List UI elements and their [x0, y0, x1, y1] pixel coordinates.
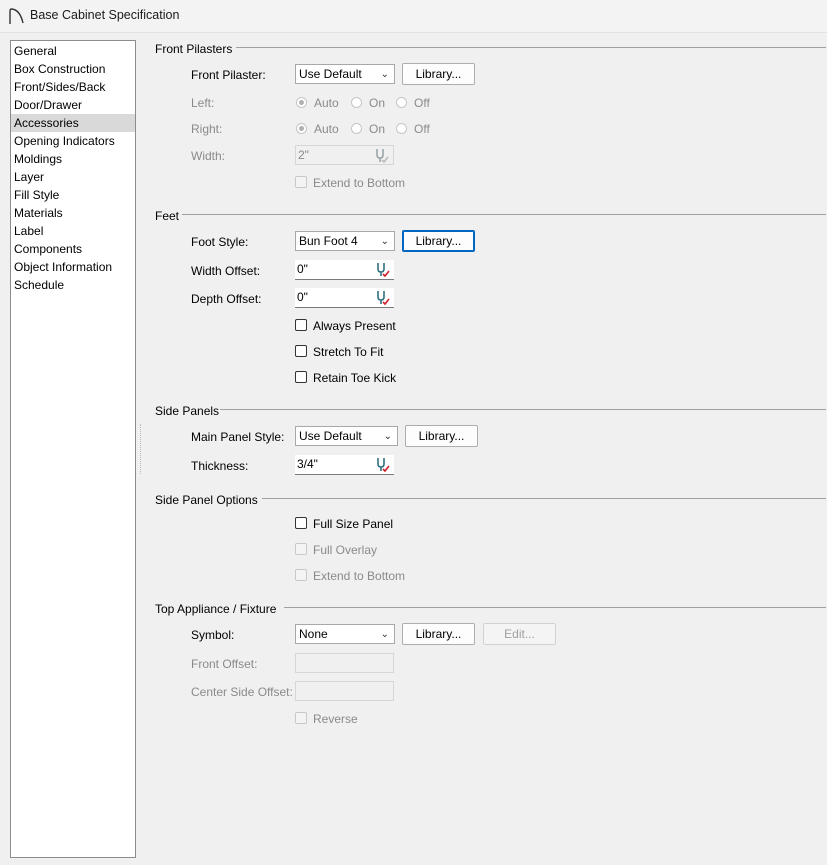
left-on-label: On [369, 96, 386, 110]
center-side-offset-label: Center Side Offset: [191, 685, 293, 699]
window-title: Base Cabinet Specification [30, 8, 180, 22]
category-list[interactable]: General Box Construction Front/Sides/Bac… [10, 40, 136, 858]
main-panel-style-value: Use Default [299, 429, 362, 443]
chevron-down-icon: ⌄ [383, 431, 392, 442]
front-pilaster-label: Front Pilaster: [191, 68, 266, 82]
full-size-panel-label: Full Size Panel [313, 517, 394, 531]
sidebar-item-fill-style[interactable]: Fill Style [11, 186, 135, 204]
stretch-to-fit-label: Stretch To Fit [313, 345, 384, 359]
sidebar-item-materials[interactable]: Materials [11, 204, 135, 222]
sidebar-item-opening-indicators[interactable]: Opening Indicators [11, 132, 135, 150]
pilaster-extend-to-bottom-label: Extend to Bottom [313, 176, 406, 190]
group-divider [262, 498, 826, 499]
group-divider [284, 607, 826, 608]
main-panel-style-label: Main Panel Style: [191, 430, 285, 444]
front-offset-field[interactable] [295, 653, 394, 673]
wrench-check-icon[interactable] [373, 147, 390, 164]
chevron-down-icon: ⌄ [380, 629, 389, 640]
right-on-label: On [369, 122, 386, 136]
group-divider [220, 409, 826, 410]
right-label: Right: [191, 122, 223, 136]
full-size-panel-checkbox[interactable] [295, 517, 307, 529]
center-side-offset-field[interactable] [295, 681, 394, 701]
full-overlay-checkbox[interactable] [295, 543, 307, 555]
sidebar-item-label[interactable]: Label [11, 222, 135, 240]
left-auto-label: Auto [314, 96, 339, 110]
depth-offset-field[interactable]: 0" [295, 288, 394, 308]
thickness-field[interactable]: 3/4" [295, 455, 394, 475]
group-divider [236, 47, 826, 48]
foot-library-button[interactable]: Library... [402, 230, 475, 252]
right-auto-label: Auto [314, 122, 339, 136]
width-value: 2" [298, 148, 309, 162]
sidebar-item-components[interactable]: Components [11, 240, 135, 258]
thickness-label: Thickness: [191, 459, 249, 473]
sidebar-item-accessories[interactable]: Accessories [11, 114, 135, 132]
front-pilaster-value: Use Default [299, 67, 362, 81]
sidebar-item-layer[interactable]: Layer [11, 168, 135, 186]
front-pilaster-select[interactable]: Use Default ⌄ [295, 64, 395, 84]
wrench-check-icon[interactable] [374, 456, 391, 473]
foot-style-label: Foot Style: [191, 235, 249, 249]
always-present-checkbox[interactable] [295, 319, 307, 331]
symbol-value: None [299, 627, 328, 641]
left-off-label: Off [414, 96, 430, 110]
wrench-check-icon[interactable] [374, 289, 391, 306]
symbol-select[interactable]: None ⌄ [295, 624, 395, 644]
sidebar-item-moldings[interactable]: Moldings [11, 150, 135, 168]
width-offset-field[interactable]: 0" [295, 260, 394, 280]
full-overlay-label: Full Overlay [313, 543, 378, 557]
width-label: Width: [191, 149, 226, 163]
symbol-library-button[interactable]: Library... [402, 623, 475, 645]
width-field[interactable]: 2" [295, 145, 394, 165]
right-auto-radio[interactable] [296, 123, 307, 134]
sidebar-item-schedule[interactable]: Schedule [11, 276, 135, 294]
foot-style-value: Bun Foot 4 [299, 234, 358, 248]
group-title-side-panel-options: Side Panel Options [155, 493, 258, 507]
front-pilaster-library-button[interactable]: Library... [402, 63, 475, 85]
sidebar-item-front-sides-back[interactable]: Front/Sides/Back [11, 78, 135, 96]
width-offset-value: 0" [297, 262, 308, 276]
sidebar-item-box-construction[interactable]: Box Construction [11, 60, 135, 78]
symbol-label: Symbol: [191, 628, 235, 642]
sidebar-item-door-drawer[interactable]: Door/Drawer [11, 96, 135, 114]
depth-offset-label: Depth Offset: [191, 292, 262, 306]
group-title-side-panels: Side Panels [155, 404, 220, 418]
side-extend-to-bottom-checkbox[interactable] [295, 569, 307, 581]
symbol-edit-button[interactable]: Edit... [483, 623, 556, 645]
reverse-checkbox[interactable] [295, 712, 307, 724]
right-off-radio[interactable] [396, 123, 407, 134]
retain-toe-kick-checkbox[interactable] [295, 371, 307, 383]
group-title-top-appliance: Top Appliance / Fixture [155, 602, 277, 616]
thickness-value: 3/4" [297, 457, 318, 471]
cabinet-arc-icon [9, 8, 24, 24]
left-label: Left: [191, 96, 215, 110]
side-extend-to-bottom-label: Extend to Bottom [313, 569, 406, 583]
right-on-radio[interactable] [351, 123, 362, 134]
side-panel-library-button[interactable]: Library... [405, 425, 478, 447]
depth-offset-value: 0" [297, 290, 308, 304]
chevron-down-icon: ⌄ [380, 69, 389, 80]
left-off-radio[interactable] [396, 97, 407, 108]
sidebar-item-object-information[interactable]: Object Information [11, 258, 135, 276]
wrench-check-icon[interactable] [374, 261, 391, 278]
group-divider [182, 214, 826, 215]
chevron-down-icon: ⌄ [380, 236, 389, 247]
sidebar-item-general[interactable]: General [11, 42, 135, 60]
left-on-radio[interactable] [351, 97, 362, 108]
foot-style-select[interactable]: Bun Foot 4 ⌄ [295, 231, 395, 251]
right-off-label: Off [414, 122, 430, 136]
reverse-label: Reverse [313, 712, 358, 726]
panel-splitter[interactable] [140, 424, 144, 474]
always-present-label: Always Present [313, 319, 396, 333]
stretch-to-fit-checkbox[interactable] [295, 345, 307, 357]
width-offset-label: Width Offset: [191, 264, 261, 278]
group-title-feet: Feet [155, 209, 180, 223]
group-title-front-pilasters: Front Pilasters [155, 42, 233, 56]
front-offset-label: Front Offset: [191, 657, 258, 671]
pilaster-extend-to-bottom-checkbox[interactable] [295, 176, 307, 188]
main-panel-style-select[interactable]: Use Default ⌄ [295, 426, 398, 446]
left-auto-radio[interactable] [296, 97, 307, 108]
retain-toe-kick-label: Retain Toe Kick [313, 371, 397, 385]
